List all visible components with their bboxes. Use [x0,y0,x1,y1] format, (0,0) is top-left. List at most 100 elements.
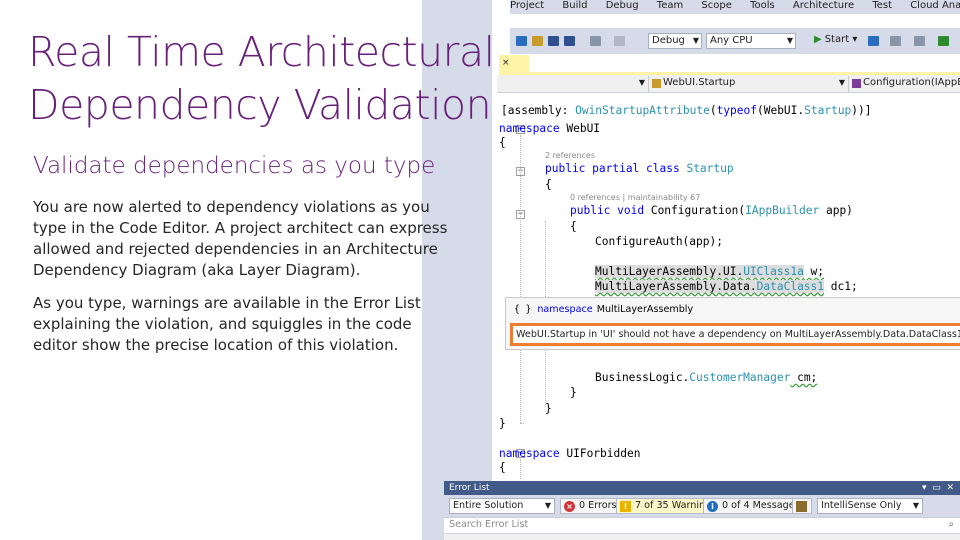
type-combo[interactable]: WebUI.Startup ▼ [649,76,849,92]
close-icon[interactable]: × [502,58,510,68]
code-token: dc1; [824,280,858,293]
close-icon[interactable]: ✕ [946,483,954,493]
standard-toolbar: Debug ▼ Any CPU ▼ ▶ Start ▾ [510,28,960,54]
code-line-namespace-uiforbidden: namespace UIForbidden [499,447,640,461]
configuration-value: Debug [652,35,685,46]
chevron-down-icon: ▼ [692,36,699,45]
redo-icon[interactable] [614,36,625,46]
error-list-window: Error List ▾ ▭ ✕ Entire Solution ▼ × 0 Err… [444,481,960,540]
build-filter-value: IntelliSense Only [821,500,902,511]
messages-count: 0 of 4 Messages [722,500,800,511]
dependency-violation-message: WebUI.Startup in 'UI' should not have a … [510,323,960,346]
title-line-2: Dependency Validation [28,81,492,129]
chevron-down-icon: ▼ [786,36,793,45]
code-token: OwinStartupAttribute [575,104,710,117]
menu-build[interactable]: Build [562,0,587,11]
code-token: IAppBuilder [745,204,820,217]
code-token: MultiLayerAssembly.Data. [595,280,757,293]
menu-architecture[interactable]: Architecture [793,0,854,11]
play-icon: ▶ [814,34,822,45]
code-line-customer-manager: BusinessLogic.CustomerManager cm; [595,371,817,385]
member-combo[interactable]: Configuration(IAppB [849,76,960,92]
paragraph-intro: You are now alerted to dependency violat… [33,198,448,279]
warning-icon: ! [620,501,631,512]
paragraph-details: As you type, warnings are available in t… [33,294,421,354]
quick-info-tooltip: { } namespace MultiLayerAssembly WebUI.Sta… [505,297,960,350]
code-token: UIForbidden [559,447,641,460]
start-debugging-button[interactable]: ▶ Start ▾ [814,33,857,47]
code-token: BusinessLogic. [595,371,690,384]
build-intellisense-select[interactable]: IntelliSense Only ▼ [817,498,923,514]
refresh-icon[interactable] [868,36,879,46]
document-tab[interactable]: × [499,55,529,72]
undo-icon[interactable] [590,36,601,46]
code-brace: { [545,178,552,191]
code-token: MultiLayerAssembly.Data.DataClass1 [595,280,825,293]
menu-cloud-analytics[interactable]: Cloud Analytics [910,0,960,11]
menu-test[interactable]: Test [872,0,892,11]
menu-tools[interactable]: Tools [750,0,775,11]
start-label: Start [824,34,850,45]
error-list-toolbar: Entire Solution ▼ × 0 Errors ! 7 of 35 Warn… [444,495,960,517]
save-icon[interactable] [548,36,559,46]
code-token: [assembly: [501,104,576,117]
find-icon[interactable] [890,36,901,46]
error-list-search-input[interactable]: Search Error List ⌕ [444,517,960,533]
member-combo-value: Configuration(IAppB [863,77,960,88]
solution-configuration-select[interactable]: Debug ▼ [648,33,702,49]
filter-icon [796,501,807,512]
code-token: ( [709,104,717,117]
quick-info-header: { } namespace MultiLayerAssembly [514,304,693,315]
filter-button[interactable] [792,498,812,514]
window-controls: ▾ ▭ ✕ [922,481,954,495]
code-token: WebUI [559,122,601,135]
navigation-bar: ▼ WebUI.Startup ▼ Configuration(IAppB [497,75,960,93]
platform-value: Any CPU [710,35,753,46]
code-token: Configuration( [644,204,746,217]
code-line-class: public partial class Startup [545,162,734,176]
toolbar-extra-icon[interactable] [938,36,949,46]
code-token: MultiLayerAssembly.UI.UIClass1a [595,265,804,278]
slide-text: Real Time Architectural Dependency Valid… [0,0,495,540]
codelens-hint[interactable]: 0 references | maintainability 67 [570,193,700,202]
chevron-down-icon: ▼ [544,501,551,510]
solution-platform-select[interactable]: Any CPU ▼ [706,33,796,49]
open-file-icon[interactable] [532,36,543,46]
type-combo-value: WebUI.Startup [663,77,736,88]
project-combo[interactable]: ▼ [497,76,649,92]
title-line-1: Real Time Architectural [28,28,495,76]
code-token: (WebUI. [756,104,805,117]
menu-debug[interactable]: Debug [606,0,639,11]
errors-filter-button[interactable]: × 0 Errors [560,498,622,514]
code-brace: { [499,136,506,149]
code-token: w; [803,265,825,278]
search-icon[interactable]: ⌕ [949,518,954,532]
code-text: [assembly: OwinStartupAttribute(typeof(W… [497,93,960,480]
code-token: app) [819,204,853,217]
menu-team[interactable]: Team [657,0,683,11]
bookmark-icon[interactable] [914,36,925,46]
code-token: typeof [716,104,757,117]
pin-icon[interactable]: ▭ [932,483,941,493]
menu-scope[interactable]: Scope [701,0,731,11]
navigate-back-icon[interactable] [516,36,527,46]
references-hint[interactable]: 2 references [545,151,595,160]
save-all-icon[interactable] [564,36,575,46]
code-token: cm; [790,371,818,384]
code-line-namespace-webui: namespace WebUI [499,122,600,136]
method-icon [852,79,861,88]
class-icon [652,79,661,88]
chevron-down-icon: ▼ [912,501,919,510]
code-token: namespace [499,122,560,135]
code-editor[interactable]: − − − − [assembly: OwinStartupAttribute(… [497,93,960,480]
visual-studio-screenshot: Project Build Debug Team Scope Tools Arc… [422,0,960,540]
slide-subtitle: Validate dependencies as you type [33,153,436,179]
menu-project[interactable]: Project [510,0,544,11]
code-token: public void [570,204,645,217]
messages-filter-button[interactable]: i 0 of 4 Messages [703,498,805,514]
code-token: Startup [679,162,734,175]
code-brace: } [499,417,506,430]
error-list-title-bar: Error List ▾ ▭ ✕ [444,481,960,495]
slide-title: Real Time Architectural Dependency Valid… [28,26,495,132]
chevron-down-icon[interactable]: ▾ [922,483,927,493]
